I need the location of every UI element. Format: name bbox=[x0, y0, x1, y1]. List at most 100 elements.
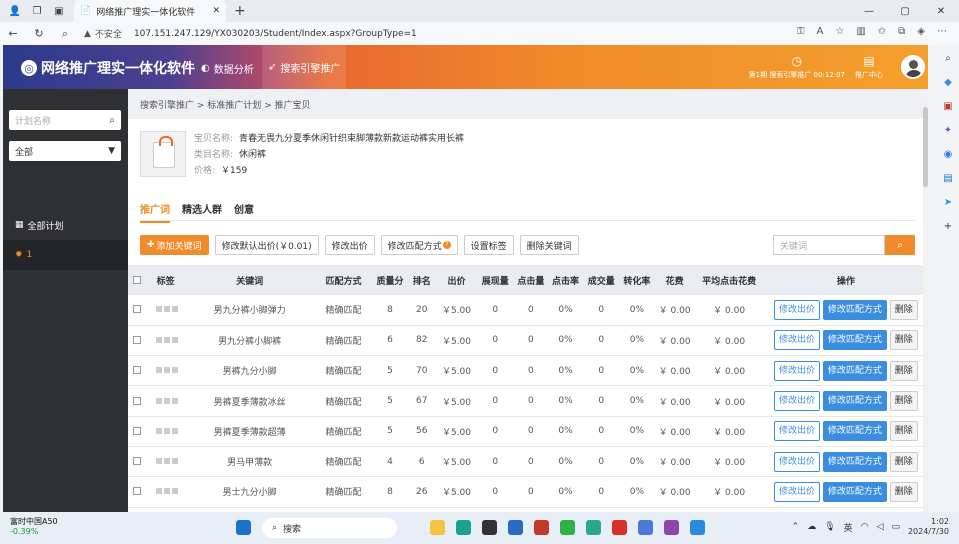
tag-square-icon[interactable] bbox=[171, 488, 178, 495]
modify-match-action[interactable]: 修改匹配方式 bbox=[822, 451, 887, 472]
scrollbar[interactable] bbox=[923, 89, 928, 512]
tag-square-icon[interactable] bbox=[155, 427, 162, 434]
copilot-icon[interactable]: ✦ bbox=[944, 125, 952, 136]
plan-filter-select[interactable]: 全部 ▼ bbox=[9, 141, 121, 161]
tag-square-icon[interactable] bbox=[155, 458, 162, 465]
modify-match-action[interactable]: 修改匹配方式 bbox=[822, 421, 887, 442]
modify-bid-action[interactable]: 修改出价 bbox=[774, 451, 821, 472]
modify-bid-action[interactable]: 修改出价 bbox=[774, 299, 821, 320]
select-all-checkbox[interactable] bbox=[132, 275, 141, 284]
tag-square-icon[interactable] bbox=[163, 458, 170, 465]
row-select-cell[interactable] bbox=[128, 476, 146, 508]
avatar[interactable] bbox=[901, 55, 925, 79]
tag-square-icon[interactable] bbox=[155, 488, 162, 495]
tag-square-icon[interactable] bbox=[163, 367, 170, 374]
not-secure-label[interactable]: 不安全 bbox=[95, 27, 122, 40]
collections-icon[interactable]: ⧉ bbox=[898, 26, 905, 37]
warning-icon[interactable]: ▲ bbox=[84, 29, 91, 39]
delete-action[interactable]: 删除 bbox=[889, 360, 918, 381]
keyword-search-button[interactable]: ⌕ bbox=[885, 235, 915, 255]
modify-bid-action[interactable]: 修改出价 bbox=[774, 391, 821, 412]
row-checkbox[interactable] bbox=[132, 487, 141, 496]
modify-match-action[interactable]: 修改匹配方式 bbox=[822, 330, 887, 351]
tag-square-icon[interactable] bbox=[155, 336, 162, 343]
profile-icon[interactable]: 👤 bbox=[8, 4, 22, 18]
promotion-center[interactable]: ▤ 推广中心 bbox=[855, 54, 883, 80]
modify-bid-button[interactable]: 修改出价 bbox=[324, 235, 375, 255]
row-checkbox[interactable] bbox=[132, 335, 141, 344]
key-icon[interactable]: ⚿ bbox=[797, 26, 805, 37]
workspaces-icon[interactable]: ❐ bbox=[30, 4, 44, 18]
modify-bid-action[interactable]: 修改出价 bbox=[774, 481, 821, 502]
app-icon[interactable] bbox=[664, 520, 679, 535]
row-select-cell[interactable] bbox=[128, 446, 146, 478]
modify-match-action[interactable]: 修改匹配方式 bbox=[822, 391, 887, 412]
tag-square-icon[interactable] bbox=[171, 306, 178, 313]
nav-search-engine[interactable]: ➶ 搜索引擎推广 bbox=[262, 45, 347, 89]
plan-search-input[interactable]: 计划名称 ⌕ bbox=[9, 110, 121, 130]
modify-bid-action[interactable]: 修改出价 bbox=[774, 330, 821, 351]
photos-icon[interactable] bbox=[638, 520, 653, 535]
dell-icon[interactable] bbox=[508, 520, 523, 535]
outlook-icon[interactable]: ▤ bbox=[943, 173, 952, 184]
select-all-cell[interactable] bbox=[128, 265, 146, 295]
url-text[interactable]: 107.151.247.129/YX030203/Student/Index.a… bbox=[134, 29, 417, 39]
shield-icon[interactable] bbox=[534, 520, 549, 535]
keyword-search-input[interactable]: 关键词 bbox=[773, 235, 885, 255]
delete-keyword-button[interactable]: 删除关键词 bbox=[519, 235, 579, 255]
office-icon[interactable]: ◉ bbox=[944, 149, 953, 160]
tag-square-icon[interactable] bbox=[155, 306, 162, 313]
add-icon[interactable]: + bbox=[944, 221, 952, 232]
set-tags-button[interactable]: 设置标签 bbox=[463, 235, 514, 255]
delete-action[interactable]: 删除 bbox=[889, 330, 918, 351]
stock-widget[interactable]: 富时中国A50 -0.39% bbox=[10, 517, 58, 537]
tag-square-icon[interactable] bbox=[163, 488, 170, 495]
row-checkbox[interactable] bbox=[132, 426, 141, 435]
row-checkbox[interactable] bbox=[132, 396, 141, 405]
file-explorer-icon[interactable] bbox=[430, 520, 445, 535]
favorites-icon[interactable]: ✩ bbox=[878, 26, 886, 37]
new-tab-button[interactable]: + bbox=[234, 3, 246, 19]
wifi-icon[interactable]: ◠ bbox=[861, 522, 869, 532]
store-icon[interactable] bbox=[482, 520, 497, 535]
chevron-up-icon[interactable]: ⌃ bbox=[792, 522, 800, 532]
tag-square-icon[interactable] bbox=[171, 336, 178, 343]
modify-bid-action[interactable]: 修改出价 bbox=[774, 421, 821, 442]
row-select-cell[interactable] bbox=[128, 325, 146, 357]
tag-square-icon[interactable] bbox=[163, 336, 170, 343]
tag-cell[interactable] bbox=[145, 476, 186, 508]
tag-cell[interactable] bbox=[145, 385, 186, 417]
extensions-icon[interactable]: ◈ bbox=[917, 26, 925, 37]
modify-match-action[interactable]: 修改匹配方式 bbox=[822, 299, 887, 320]
row-select-cell[interactable] bbox=[128, 416, 146, 447]
tag-icon[interactable]: ◆ bbox=[944, 77, 952, 88]
add-keyword-button[interactable]: ✚ 添加关键词 bbox=[140, 235, 209, 255]
tag-square-icon[interactable] bbox=[163, 397, 170, 404]
modify-bid-action[interactable]: 修改出价 bbox=[774, 360, 821, 381]
telegram-icon[interactable]: ➤ bbox=[944, 197, 952, 208]
cloud-icon[interactable] bbox=[690, 520, 705, 535]
tag-cell[interactable] bbox=[145, 355, 186, 387]
read-aloud-icon[interactable]: A bbox=[817, 26, 824, 37]
nav-data-analysis[interactable]: ◐ 数据分析 bbox=[201, 61, 254, 76]
chat-icon[interactable] bbox=[560, 520, 575, 535]
browser-tab[interactable]: 📄 网络推广理实一体化软件 ✕ bbox=[74, 0, 226, 22]
wps-icon[interactable] bbox=[612, 520, 627, 535]
tag-square-icon[interactable] bbox=[171, 397, 178, 404]
delete-action[interactable]: 删除 bbox=[889, 299, 918, 320]
search-icon[interactable]: ⌕ bbox=[945, 53, 951, 64]
tag-square-icon[interactable] bbox=[171, 458, 178, 465]
tag-cell[interactable] bbox=[145, 325, 186, 357]
windows-start-icon[interactable] bbox=[236, 520, 251, 535]
sidebar-item-all-plans[interactable]: ▦ 全部计划 bbox=[3, 210, 128, 240]
sidebar-item-plan-1[interactable]: ✹ 1 bbox=[3, 240, 128, 270]
search-icon[interactable]: ⌕ bbox=[52, 27, 78, 41]
taskbar-search[interactable]: ⌕ 搜索 bbox=[262, 518, 397, 538]
menu-icon[interactable]: ⋯ bbox=[937, 26, 947, 37]
favorite-icon[interactable]: ☆ bbox=[835, 26, 844, 37]
tag-square-icon[interactable] bbox=[163, 427, 170, 434]
row-checkbox[interactable] bbox=[132, 305, 141, 314]
network-icon[interactable]: ☁ bbox=[807, 522, 816, 532]
tag-cell[interactable] bbox=[145, 416, 186, 447]
edge-icon[interactable] bbox=[456, 520, 471, 535]
